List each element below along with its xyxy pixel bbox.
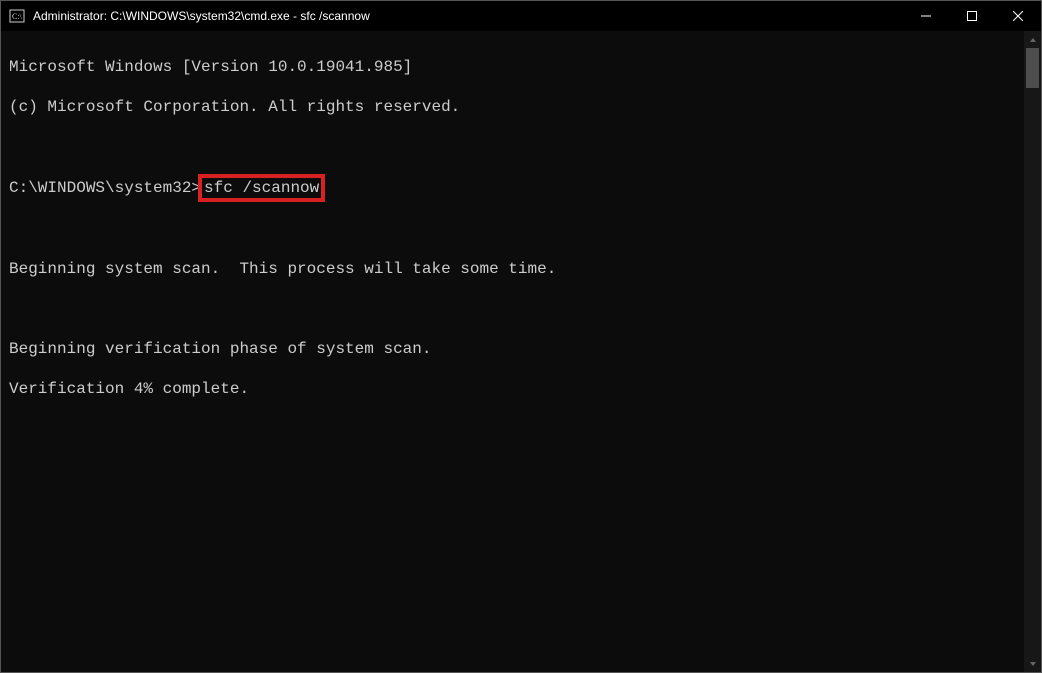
scrollbar-track[interactable] xyxy=(1024,48,1041,655)
output-line: (c) Microsoft Corporation. All rights re… xyxy=(9,97,1015,117)
titlebar-left: C:\ Administrator: C:\WINDOWS\system32\c… xyxy=(1,8,370,24)
output-line: Beginning verification phase of system s… xyxy=(9,339,1015,359)
maximize-button[interactable] xyxy=(949,1,995,31)
output-line: Microsoft Windows [Version 10.0.19041.98… xyxy=(9,57,1015,77)
cmd-icon: C:\ xyxy=(9,8,25,24)
blank-line xyxy=(9,299,1015,319)
terminal-content[interactable]: Microsoft Windows [Version 10.0.19041.98… xyxy=(1,31,1023,672)
prompt-line: C:\WINDOWS\system32>sfc /scannow xyxy=(9,177,1015,199)
blank-line xyxy=(9,219,1015,239)
cmd-window: C:\ Administrator: C:\WINDOWS\system32\c… xyxy=(0,0,1042,673)
output-line: Beginning system scan. This process will… xyxy=(9,259,1015,279)
vertical-scrollbar[interactable] xyxy=(1024,31,1041,672)
command-text: sfc /scannow xyxy=(204,179,319,197)
scroll-up-button[interactable] xyxy=(1024,31,1041,48)
terminal-body[interactable]: Microsoft Windows [Version 10.0.19041.98… xyxy=(1,31,1041,672)
blank-line xyxy=(9,137,1015,157)
scrollbar-thumb[interactable] xyxy=(1026,48,1039,88)
minimize-button[interactable] xyxy=(903,1,949,31)
command-highlight: sfc /scannow xyxy=(199,175,324,201)
scroll-down-button[interactable] xyxy=(1024,655,1041,672)
close-button[interactable] xyxy=(995,1,1041,31)
titlebar[interactable]: C:\ Administrator: C:\WINDOWS\system32\c… xyxy=(1,1,1041,31)
output-line: Verification 4% complete. xyxy=(9,379,1015,399)
window-controls xyxy=(903,1,1041,31)
window-title: Administrator: C:\WINDOWS\system32\cmd.e… xyxy=(33,9,370,23)
svg-text:C:\: C:\ xyxy=(12,12,23,21)
prompt: C:\WINDOWS\system32> xyxy=(9,179,201,197)
